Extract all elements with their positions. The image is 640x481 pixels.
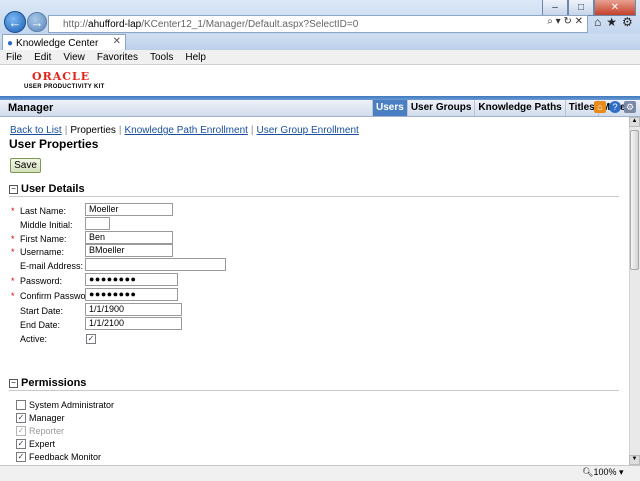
close-window-icon[interactable]: ✕ xyxy=(594,0,636,16)
middle-initial-input[interactable] xyxy=(85,217,110,230)
collapse-icon[interactable]: − xyxy=(9,184,18,194)
forward-button[interactable]: → xyxy=(27,12,47,32)
user-group-enrollment-link[interactable]: User Group Enrollment xyxy=(257,125,359,136)
tab-title: Knowledge Center xyxy=(16,37,99,49)
checkbox[interactable] xyxy=(16,400,26,410)
permission-system-administrator[interactable]: System Administrator xyxy=(16,400,114,410)
arrow-left-icon: ← xyxy=(8,14,22,30)
browser-tool-icons[interactable]: ⌂★⚙ xyxy=(594,15,638,29)
active-checkbox[interactable]: ✓ xyxy=(86,334,96,344)
arrow-right-icon: → xyxy=(30,14,44,30)
save-button[interactable]: Save xyxy=(10,158,41,173)
scroll-up-icon[interactable]: ▲ xyxy=(629,117,640,127)
logo-text: ORACLE xyxy=(32,70,91,83)
chevron-down-icon[interactable]: ▾ xyxy=(619,467,624,477)
back-to-list-link[interactable]: Back to List xyxy=(10,125,62,136)
last-name-input[interactable]: Moeller xyxy=(85,203,173,216)
section-divider xyxy=(9,390,619,391)
page-title: User Properties xyxy=(9,137,99,151)
window-controls: – □ ✕ xyxy=(542,0,636,16)
oracle-logo: ORACLE USER PRODUCTIVITY KIT xyxy=(24,70,105,90)
back-button[interactable]: ← xyxy=(4,11,26,33)
permission-feedback-monitor[interactable]: ✓ Feedback Monitor xyxy=(16,452,101,462)
address-bar[interactable]: http://ahufford-lap/KCenter12_1/Manager/… xyxy=(48,15,588,33)
permission-reporter: ✓ Reporter xyxy=(16,426,65,436)
username-label: * Username: xyxy=(11,247,65,257)
tab-titles[interactable]: Titles xyxy=(564,100,598,116)
email-label: E-mail Address: xyxy=(20,261,84,271)
active-label: Active: xyxy=(20,334,48,344)
status-bar xyxy=(0,465,640,481)
favorites-star-icon[interactable]: ★ xyxy=(606,15,622,29)
scrollbar-thumb[interactable] xyxy=(630,130,639,270)
home-icon[interactable]: ⌂ xyxy=(594,15,606,29)
menu-edit[interactable]: Edit xyxy=(28,52,57,63)
start-date-input[interactable]: 1/1/1900 xyxy=(85,303,182,316)
menu-view[interactable]: View xyxy=(57,52,91,63)
end-date-input[interactable]: 1/1/2100 xyxy=(85,317,182,330)
section-title: Manager xyxy=(8,102,54,114)
collapse-icon[interactable]: − xyxy=(9,378,18,388)
first-name-label: * First Name: xyxy=(11,234,67,244)
breadcrumb-current: Properties xyxy=(70,125,116,136)
minimize-icon[interactable]: – xyxy=(542,0,568,16)
checkbox[interactable]: ✓ xyxy=(16,439,26,449)
section-divider xyxy=(9,196,619,197)
knowledge-path-enrollment-link[interactable]: Knowledge Path Enrollment xyxy=(125,125,248,136)
tab-users[interactable]: Users xyxy=(372,100,407,116)
url-text: http://ahufford-lap/KCenter12_1/Manager/… xyxy=(63,18,359,30)
tab-user-groups[interactable]: User Groups xyxy=(406,100,475,116)
middle-initial-label: Middle Initial: xyxy=(20,220,73,230)
maximize-icon[interactable]: □ xyxy=(568,0,594,16)
confirm-password-input[interactable]: ●●●●●●●● xyxy=(85,288,178,301)
menu-help[interactable]: Help xyxy=(179,52,212,63)
menu-tools[interactable]: Tools xyxy=(144,52,179,63)
logo-subtitle: USER PRODUCTIVITY KIT xyxy=(24,84,105,90)
settings-icon[interactable]: ⚙ xyxy=(624,101,636,113)
address-bar-icons[interactable]: ⌕ ▾ ↻ ✕ xyxy=(547,16,583,27)
close-tab-icon[interactable]: ✕ xyxy=(113,36,121,47)
menu-bar: File Edit View Favorites Tools Help xyxy=(0,50,640,65)
end-date-label: End Date: xyxy=(20,320,61,330)
breadcrumb: Back to List | Properties | Knowledge Path E… xyxy=(10,125,359,136)
menu-favorites[interactable]: Favorites xyxy=(91,52,144,63)
email-field[interactable] xyxy=(85,258,226,271)
help-icon[interactable]: ? xyxy=(609,101,621,113)
checkbox: ✓ xyxy=(16,426,26,436)
permission-manager[interactable]: ✓ Manager xyxy=(16,413,65,423)
menu-file[interactable]: File xyxy=(0,52,28,63)
permissions-header[interactable]: − Permissions xyxy=(9,377,86,389)
scroll-down-icon[interactable]: ▼ xyxy=(629,455,640,465)
zoom-level[interactable]: 🔍︎100% ▾ xyxy=(582,467,624,478)
last-name-label: * Last Name: xyxy=(11,206,67,216)
magnifier-icon: 🔍︎ xyxy=(582,467,594,477)
home-icon[interactable]: ⌂ xyxy=(594,101,606,113)
checkbox[interactable]: ✓ xyxy=(16,452,26,462)
ie-page-icon: ● xyxy=(7,37,14,49)
permission-expert[interactable]: ✓ Expert xyxy=(16,439,55,449)
gear-icon[interactable]: ⚙ xyxy=(622,15,638,29)
password-input[interactable]: ●●●●●●●● xyxy=(85,273,178,286)
browser-tab[interactable]: ● Knowledge Center ✕ xyxy=(2,34,126,51)
start-date-label: Start Date: xyxy=(20,306,64,316)
first-name-input[interactable]: Ben xyxy=(85,231,173,244)
username-input[interactable]: BMoeller xyxy=(85,244,173,257)
user-details-header[interactable]: − User Details xyxy=(9,183,85,195)
nav-icons: ⌂ ? ⚙ xyxy=(594,101,636,113)
password-label: * Password: xyxy=(11,276,63,286)
checkbox[interactable]: ✓ xyxy=(16,413,26,423)
tab-knowledge-paths[interactable]: Knowledge Paths xyxy=(474,100,564,116)
